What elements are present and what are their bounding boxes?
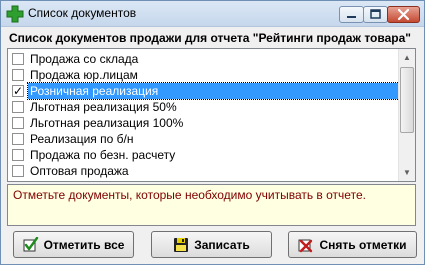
list-item-label: Продажа со склада <box>30 52 139 66</box>
list-item[interactable]: Оптовая продажа <box>10 163 399 179</box>
check-all-button[interactable]: Отметить все <box>13 231 134 258</box>
list-item[interactable]: Льготная реализация 50% <box>10 99 399 115</box>
vertical-scrollbar[interactable]: ▲ ▼ <box>398 49 415 181</box>
document-checklist[interactable]: Продажа со склада Продажа юр.лицам Розни… <box>7 48 416 182</box>
list-item[interactable]: Продажа юр.лицам <box>10 67 399 83</box>
minimize-icon <box>347 16 356 18</box>
list-heading: Список документов продажи для отчета "Ре… <box>9 31 411 45</box>
list-item-label: Льготная реализация 100% <box>30 116 184 130</box>
list-item-label: Реализация по б/н <box>30 132 134 146</box>
checkbox[interactable] <box>12 117 24 129</box>
list-item-selected[interactable]: Розничная реализация <box>10 82 400 100</box>
list-item-label: Продажа юр.лицам <box>30 68 138 82</box>
clear-marks-button[interactable]: Снять отметки <box>288 231 417 258</box>
maximize-button[interactable] <box>363 6 388 23</box>
maximize-icon <box>370 9 381 19</box>
list-item[interactable]: Льготная реализация 100% <box>10 115 399 131</box>
red-cross-icon <box>298 239 313 252</box>
clear-marks-label: Снять отметки <box>319 237 407 252</box>
save-label: Записать <box>194 237 250 252</box>
floppy-disk-icon <box>174 237 189 252</box>
checkmark-icon <box>23 236 38 251</box>
scroll-thumb[interactable] <box>400 67 414 133</box>
list-item-label: Льготная реализация 50% <box>30 100 177 114</box>
checkbox[interactable] <box>12 149 24 161</box>
list-item[interactable]: Продажа со склада <box>10 51 399 67</box>
title-bar[interactable]: Список документов <box>1 1 424 27</box>
list-item-label: Продажа по безн. расчету <box>30 148 176 162</box>
checkbox[interactable] <box>12 101 24 113</box>
save-button[interactable]: Записать <box>151 231 272 258</box>
green-cross-app-icon <box>6 5 24 23</box>
checkbox[interactable] <box>12 133 24 145</box>
scroll-down-icon[interactable]: ▼ <box>399 164 415 181</box>
document-list-window: Список документов Список документов прод… <box>0 0 425 265</box>
check-all-label: Отметить все <box>43 237 125 252</box>
hint-panel: Отметьте документы, которые необходимо у… <box>7 184 416 226</box>
window-title: Список документов <box>28 6 137 20</box>
checkbox-checked[interactable] <box>12 83 24 99</box>
list-item-label: Розничная реализация <box>27 82 400 100</box>
close-button[interactable] <box>387 6 420 23</box>
close-icon <box>397 8 410 21</box>
scroll-up-icon[interactable]: ▲ <box>399 49 415 66</box>
list-item[interactable]: Реализация по б/н <box>10 131 399 147</box>
checkbox[interactable] <box>12 53 24 65</box>
checkbox[interactable] <box>12 69 24 81</box>
list-item-label: Оптовая продажа <box>30 164 129 178</box>
checkbox[interactable] <box>12 165 24 177</box>
hint-text: Отметьте документы, которые необходимо у… <box>13 188 366 202</box>
minimize-button[interactable] <box>339 6 364 23</box>
list-item[interactable]: Продажа по безн. расчету <box>10 147 399 163</box>
